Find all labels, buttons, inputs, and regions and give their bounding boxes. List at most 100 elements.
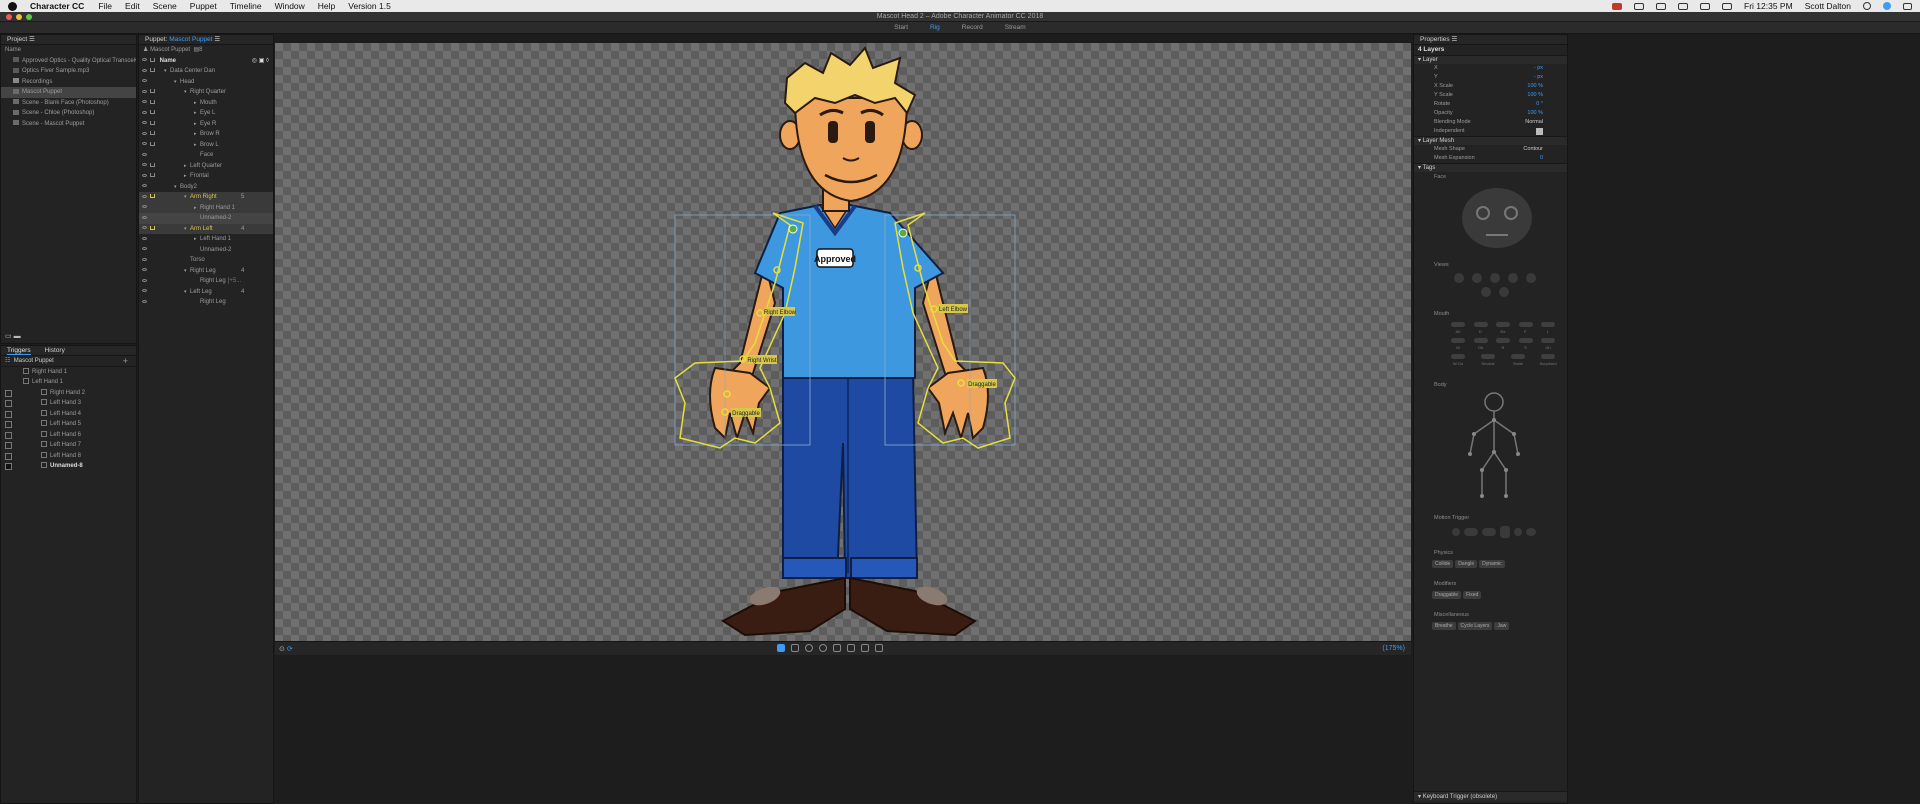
menu-scene[interactable]: Scene (153, 1, 177, 11)
mouth-tag[interactable]: R (1493, 338, 1513, 350)
eye-icon[interactable] (142, 184, 147, 188)
layer-row[interactable]: ▾ Left Leg 4 (139, 287, 273, 298)
origin-tool-icon[interactable] (818, 644, 827, 652)
add-trigger-icon[interactable]: + (123, 356, 128, 366)
trigger-item[interactable]: Left Hand 6 (1, 430, 136, 441)
crown-icon[interactable] (150, 99, 155, 104)
layer-row[interactable]: Torso (139, 255, 273, 266)
menu-edit[interactable]: Edit (125, 1, 140, 11)
layer-row[interactable]: ▾ Right Quarter (139, 87, 273, 98)
trigger-item[interactable]: Left Hand 3 (1, 398, 136, 409)
eye-icon[interactable] (142, 68, 147, 72)
crown-icon[interactable] (150, 141, 155, 146)
tag-dangle[interactable]: Dangle (1455, 560, 1478, 568)
handle-tool-icon[interactable] (860, 644, 869, 652)
layer-row[interactable]: ▾ Data Center Dan (139, 66, 273, 77)
layer-row[interactable]: Unnamed-2 (139, 245, 273, 256)
eye-icon[interactable] (142, 215, 147, 219)
scene-canvas[interactable]: Approved Right Elbow Right Wrist Draggab… (275, 43, 1411, 641)
tags-header[interactable]: ▾ Tags (1414, 163, 1567, 172)
hand-tool-icon[interactable] (790, 644, 799, 652)
mouth-tag[interactable]: Surprised (1538, 354, 1558, 366)
creative-cloud-icon[interactable] (1612, 2, 1623, 10)
layer-row[interactable]: Unnamed-2 (139, 213, 273, 224)
eye-icon[interactable] (142, 100, 147, 104)
mouth-tag[interactable]: W-Oo (1448, 354, 1468, 366)
mouth-tag[interactable]: Oh (1471, 338, 1491, 350)
project-col-name[interactable]: Name (1, 45, 136, 56)
display-icon[interactable] (1678, 2, 1689, 10)
trigger-item[interactable]: Left Hand 8 (1, 451, 136, 462)
mode-record[interactable]: Record (962, 24, 983, 31)
mouth-tag[interactable]: D (1471, 322, 1491, 334)
mesh-shape-select[interactable]: Contour (1523, 145, 1543, 154)
mouth-tag[interactable]: L (1538, 322, 1558, 334)
crown-icon[interactable] (150, 120, 155, 125)
panel-menu-icon[interactable]: ☰ (1451, 36, 1457, 43)
stick-tool-icon[interactable] (832, 644, 841, 652)
trigger-key-box[interactable] (5, 421, 12, 428)
trigger-item[interactable]: Left Hand 5 (1, 419, 136, 430)
trigger-key-box[interactable] (5, 442, 12, 449)
eye-icon[interactable] (142, 278, 147, 282)
eye-icon[interactable] (142, 163, 147, 167)
tag-jaw[interactable]: Jaw (1494, 622, 1510, 630)
trigger-item[interactable]: Left Hand 7 (1, 440, 136, 451)
handle-right-wrist[interactable]: Right Wrist (747, 358, 777, 364)
puppet-title-name[interactable]: Mascot Puppet (169, 36, 212, 43)
layer-row[interactable]: ▸ Mouth (139, 98, 273, 109)
menu-list-icon[interactable] (1903, 2, 1912, 10)
dangle-tool-icon[interactable] (874, 644, 883, 652)
menu-version[interactable]: Version 1.5 (348, 1, 391, 11)
mouth-tag[interactable]: Ee (1493, 322, 1513, 334)
handle-draggable-right[interactable]: Draggable (732, 411, 760, 417)
mouth-tag[interactable]: Ah (1448, 322, 1468, 334)
layer-row[interactable]: ▸ Brow R (139, 129, 273, 140)
crown-icon[interactable] (150, 110, 155, 115)
project-item[interactable]: Scene - Chloe (Photoshop) (1, 108, 136, 119)
layer-mesh-header[interactable]: ▾ Layer Mesh (1414, 136, 1567, 145)
mesh-expansion-value[interactable]: 0 (1540, 154, 1543, 163)
views-icons[interactable] (1454, 273, 1544, 303)
refresh-icon[interactable]: ⟳ (287, 646, 293, 653)
trigger-key-box[interactable] (5, 389, 12, 397)
crown-icon[interactable] (150, 131, 155, 136)
layer-row[interactable]: ▸ Eye L (139, 108, 273, 119)
zoom-tool-icon[interactable] (804, 644, 813, 652)
clock[interactable]: Fri 12:35 PM (1744, 1, 1793, 11)
handle-left-elbow[interactable]: Left Elbow (939, 307, 968, 313)
layer-row[interactable]: ▸ Frontal (139, 171, 273, 182)
mouth-tag[interactable]: F (1516, 322, 1536, 334)
project-item[interactable]: Approved Optics - Quality Optical Transc… (1, 56, 136, 67)
eye-icon[interactable] (142, 205, 147, 209)
eye-icon[interactable] (142, 247, 147, 251)
trigger-item[interactable]: Right Hand 2 (1, 388, 136, 399)
layer-row[interactable]: ▸ Right Hand 1 (139, 202, 273, 213)
tab-history[interactable]: History (45, 346, 65, 355)
project-item[interactable]: Scene - Blank Face (Photoshop) (1, 98, 136, 109)
panel-menu-icon[interactable]: ☰ (214, 36, 220, 43)
layer-col-name[interactable]: Name (160, 58, 176, 64)
layer-row[interactable]: ▾ Body2 (139, 182, 273, 193)
crown-icon[interactable] (150, 225, 155, 230)
motion-trigger-icons[interactable] (1452, 526, 1536, 538)
apple-icon[interactable] (8, 1, 17, 11)
eye-icon[interactable] (142, 226, 147, 230)
eye-icon[interactable] (142, 131, 147, 135)
property-value[interactable]: 100 % (1527, 91, 1543, 100)
layer-row[interactable]: ▸ Brow L (139, 140, 273, 151)
face-tag-diagram[interactable] (1462, 188, 1532, 248)
volume-icon[interactable] (1700, 2, 1711, 10)
siri-icon[interactable] (1883, 2, 1891, 10)
eye-icon[interactable] (142, 142, 147, 146)
tag-draggable[interactable]: Draggable (1432, 591, 1462, 599)
new-item-icon[interactable]: ▭ (5, 333, 12, 340)
stack-icon[interactable]: ▣ (259, 58, 265, 64)
mouth-tag[interactable]: Neutral (1478, 354, 1498, 366)
close-window-icon[interactable] (6, 14, 12, 20)
menu-help[interactable]: Help (318, 1, 335, 11)
menu-timeline[interactable]: Timeline (230, 1, 262, 11)
keyboard-trigger-section[interactable]: ▾ Keyboard Trigger (obsolete) (1414, 791, 1567, 801)
app-menu[interactable]: Character CC (30, 1, 84, 11)
search-icon[interactable] (1863, 2, 1871, 10)
